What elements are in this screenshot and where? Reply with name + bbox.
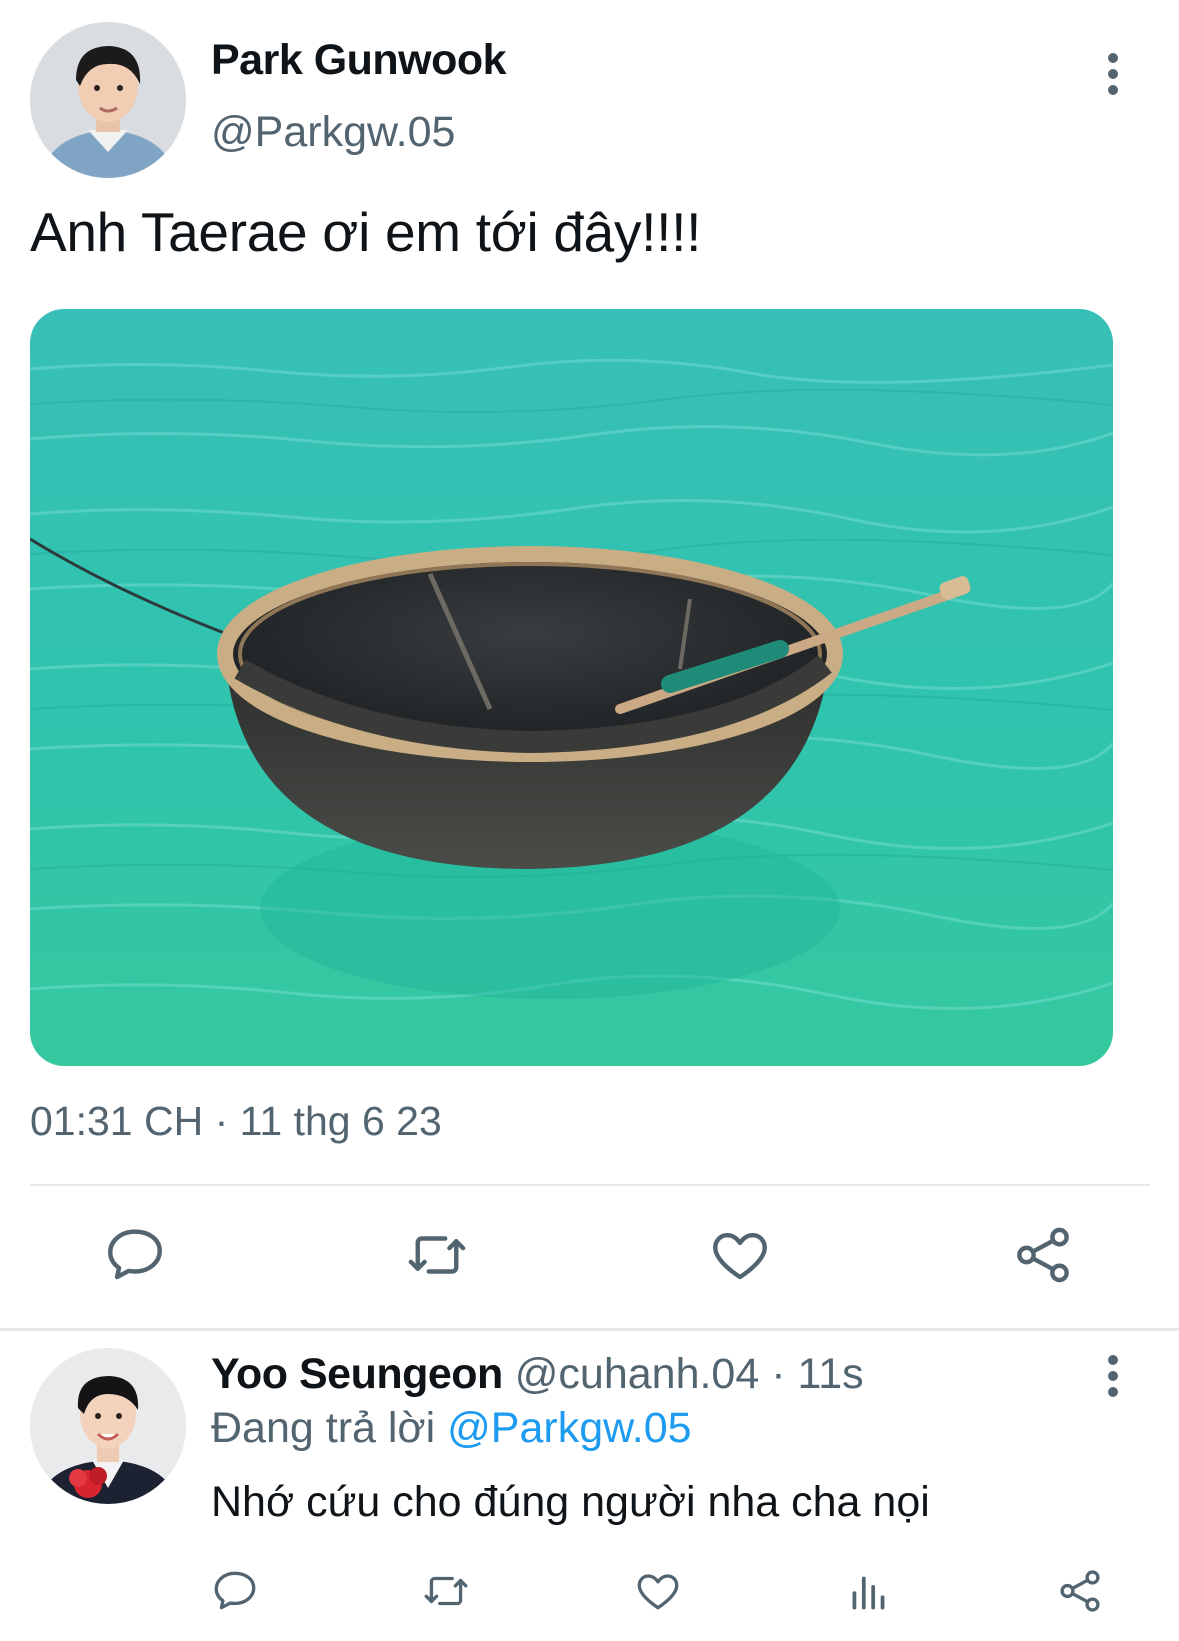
author-handle[interactable]: @Parkgw.05 [211,108,455,157]
reply-more-vertical-icon[interactable] [1098,1352,1128,1400]
retweet-button[interactable] [402,1220,472,1290]
reply-author-avatar[interactable] [30,1348,186,1504]
replying-to-prefix: Đang trả lời [211,1404,448,1452]
reply-separator: · [759,1350,798,1398]
reply-header: Yoo Seungeon @cuhanh.04 · 11s [211,1350,864,1399]
like-button[interactable] [705,1220,775,1290]
section-divider [0,1328,1179,1331]
divider [30,1184,1150,1186]
share-icon [1060,1570,1100,1612]
tweet-text: Anh Taerae ơi em tới đây!!!! [30,201,702,263]
tweet-timestamp[interactable]: 01:31 CH · 11 thg 6 23 [30,1098,442,1145]
retweet-icon [408,1236,466,1274]
reply-author-handle[interactable]: @cuhanh.04 [515,1350,760,1398]
reply-views-button[interactable] [841,1563,897,1619]
reply-button[interactable] [100,1220,170,1290]
reply-share-button[interactable] [1052,1563,1108,1619]
reply-reply-button[interactable] [207,1563,263,1619]
share-button[interactable] [1008,1220,1078,1290]
reply-retweet-button[interactable] [418,1563,474,1619]
reply-like-button[interactable] [630,1563,686,1619]
bar-chart-icon [852,1576,885,1610]
tweet-photo[interactable] [30,309,1113,1066]
reply-time[interactable]: 11s [797,1350,863,1398]
more-vertical-icon[interactable] [1098,50,1128,98]
speech-bubble-icon [108,1229,162,1280]
author-name[interactable]: Park Gunwook [211,36,507,85]
retweet-icon [424,1576,468,1606]
replying-to-link[interactable]: @Parkgw.05 [447,1404,691,1452]
heart-icon [637,1574,679,1610]
share-icon [1017,1227,1069,1283]
author-avatar[interactable] [30,22,186,178]
heart-icon [713,1233,767,1280]
reply-author-name[interactable]: Yoo Seungeon [211,1350,503,1398]
replying-to: Đang trả lời @Parkgw.05 [211,1404,692,1453]
reply-text: Nhớ cứu cho đúng người nha cha nọi [211,1478,930,1526]
speech-bubble-icon [214,1571,256,1610]
